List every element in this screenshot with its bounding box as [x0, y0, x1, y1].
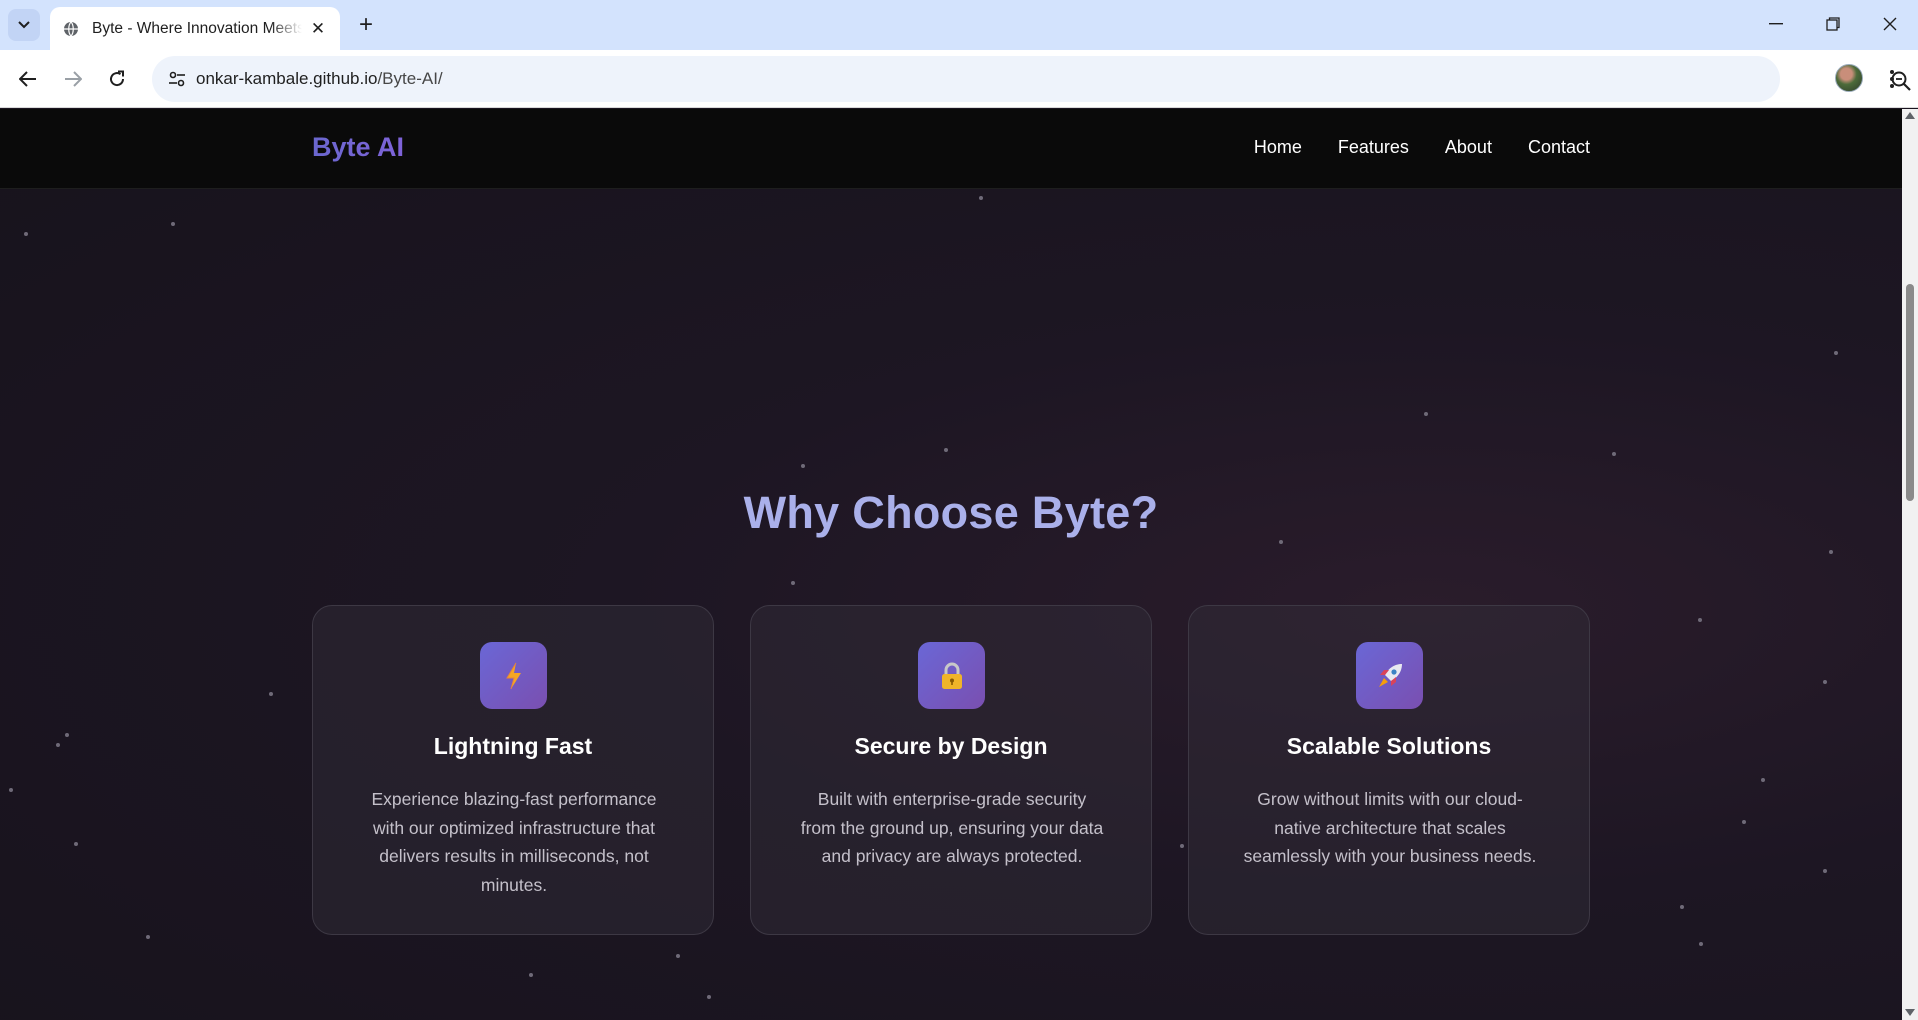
star-dot — [801, 464, 805, 468]
feature-card-lightning: Lightning Fast Experience blazing-fast p… — [312, 605, 714, 935]
star-dot — [1699, 942, 1703, 946]
tab-close-button[interactable]: ✕ — [308, 19, 328, 39]
features-section-title: Why Choose Byte? — [743, 487, 1159, 538]
tab-title: Byte - Where Innovation Meets — [92, 19, 302, 37]
url-path: /Byte-AI/ — [377, 69, 443, 88]
feature-card-text: Grow without limits with our cloud-nativ… — [1243, 789, 1537, 866]
scroll-down-arrow-icon[interactable] — [1905, 1009, 1915, 1016]
star-dot — [1823, 869, 1827, 873]
rocket-icon — [1356, 642, 1423, 709]
nav-link-features[interactable]: Features — [1338, 137, 1409, 158]
star-dot — [146, 935, 150, 939]
minimize-icon — [1769, 23, 1783, 25]
nav-link-about[interactable]: About — [1445, 137, 1492, 158]
nav-link-home[interactable]: Home — [1254, 137, 1302, 158]
window-minimize-button[interactable] — [1756, 8, 1796, 40]
star-dot — [269, 692, 273, 696]
star-dot — [1829, 550, 1833, 554]
feature-card-text: Experience blazing-fast performance with… — [371, 789, 657, 895]
site-nav-links: Home Features About Contact — [1254, 137, 1590, 158]
star-dot — [1612, 452, 1616, 456]
star-dot — [1761, 778, 1765, 782]
feature-card-title: Scalable Solutions — [1286, 733, 1492, 759]
new-tab-button[interactable]: + — [352, 11, 380, 39]
browser-toolbar: onkar-kambale.github.io/Byte-AI/ — [0, 50, 1918, 108]
feature-card-text: Built with enterprise-grade security fro… — [800, 789, 1104, 866]
star-dot — [1698, 618, 1702, 622]
nav-link-contact[interactable]: Contact — [1528, 137, 1590, 158]
star-dot — [791, 581, 795, 585]
star-dot — [9, 788, 13, 792]
star-dot — [979, 196, 983, 200]
star-dot — [171, 222, 175, 226]
forward-button[interactable] — [57, 63, 89, 95]
globe-icon — [62, 20, 80, 38]
star-dot — [1742, 820, 1746, 824]
profile-avatar[interactable] — [1835, 64, 1863, 92]
tune-icon — [169, 71, 185, 87]
site-navbar: Byte AI Home Features About Contact — [0, 109, 1902, 189]
arrow-right-icon — [65, 71, 82, 87]
star-dot — [1834, 351, 1838, 355]
star-dot — [56, 743, 60, 747]
star-dot — [65, 733, 69, 737]
window-close-button[interactable] — [1870, 8, 1910, 40]
star-dot — [74, 842, 78, 846]
chevron-down-icon — [18, 21, 30, 29]
feature-card-title: Lightning Fast — [433, 733, 593, 759]
restore-icon — [1826, 17, 1840, 31]
url-host: onkar-kambale.github.io — [196, 69, 378, 88]
browser-tab-bar: Byte - Where Innovation Meets ✕ + — [0, 0, 1918, 50]
close-icon — [1883, 17, 1897, 31]
page-scrollbar[interactable] — [1902, 109, 1918, 1020]
url-text: onkar-kambale.github.io/Byte-AI/ — [196, 69, 443, 89]
star-dot — [1823, 680, 1827, 684]
feature-card-secure: Secure by Design Built with enterprise-g… — [750, 605, 1152, 935]
lightning-icon — [480, 642, 547, 709]
star-dot — [944, 448, 948, 452]
star-dot — [707, 995, 711, 999]
lock-icon — [918, 642, 985, 709]
scrollbar-thumb[interactable] — [1906, 284, 1914, 501]
reload-icon — [110, 70, 125, 87]
window-restore-button[interactable] — [1813, 8, 1853, 40]
feature-card-title: Secure by Design — [854, 733, 1048, 759]
page-viewport: Byte AI Home Features About Contact Why … — [0, 109, 1902, 1020]
star-dot — [529, 973, 533, 977]
browser-menu-button[interactable] — [1880, 63, 1904, 95]
reload-button[interactable] — [101, 63, 133, 95]
more-vertical-icon — [1890, 70, 1894, 88]
star-dot — [676, 954, 680, 958]
star-dot — [1279, 540, 1283, 544]
site-logo[interactable]: Byte AI — [312, 132, 404, 163]
back-button[interactable] — [12, 63, 44, 95]
browser-tab-active[interactable]: Byte - Where Innovation Meets ✕ — [50, 7, 340, 50]
feature-card-scalable: Scalable Solutions Grow without limits w… — [1188, 605, 1590, 935]
star-dot — [1680, 905, 1684, 909]
address-bar[interactable]: onkar-kambale.github.io/Byte-AI/ — [152, 56, 1911, 102]
tab-search-button[interactable] — [8, 9, 40, 41]
star-dot — [24, 232, 28, 236]
star-dot — [1424, 412, 1428, 416]
star-dot — [1180, 844, 1184, 848]
arrow-left-icon — [19, 71, 36, 87]
scroll-up-arrow-icon[interactable] — [1905, 112, 1915, 119]
site-info-button[interactable] — [162, 64, 192, 94]
